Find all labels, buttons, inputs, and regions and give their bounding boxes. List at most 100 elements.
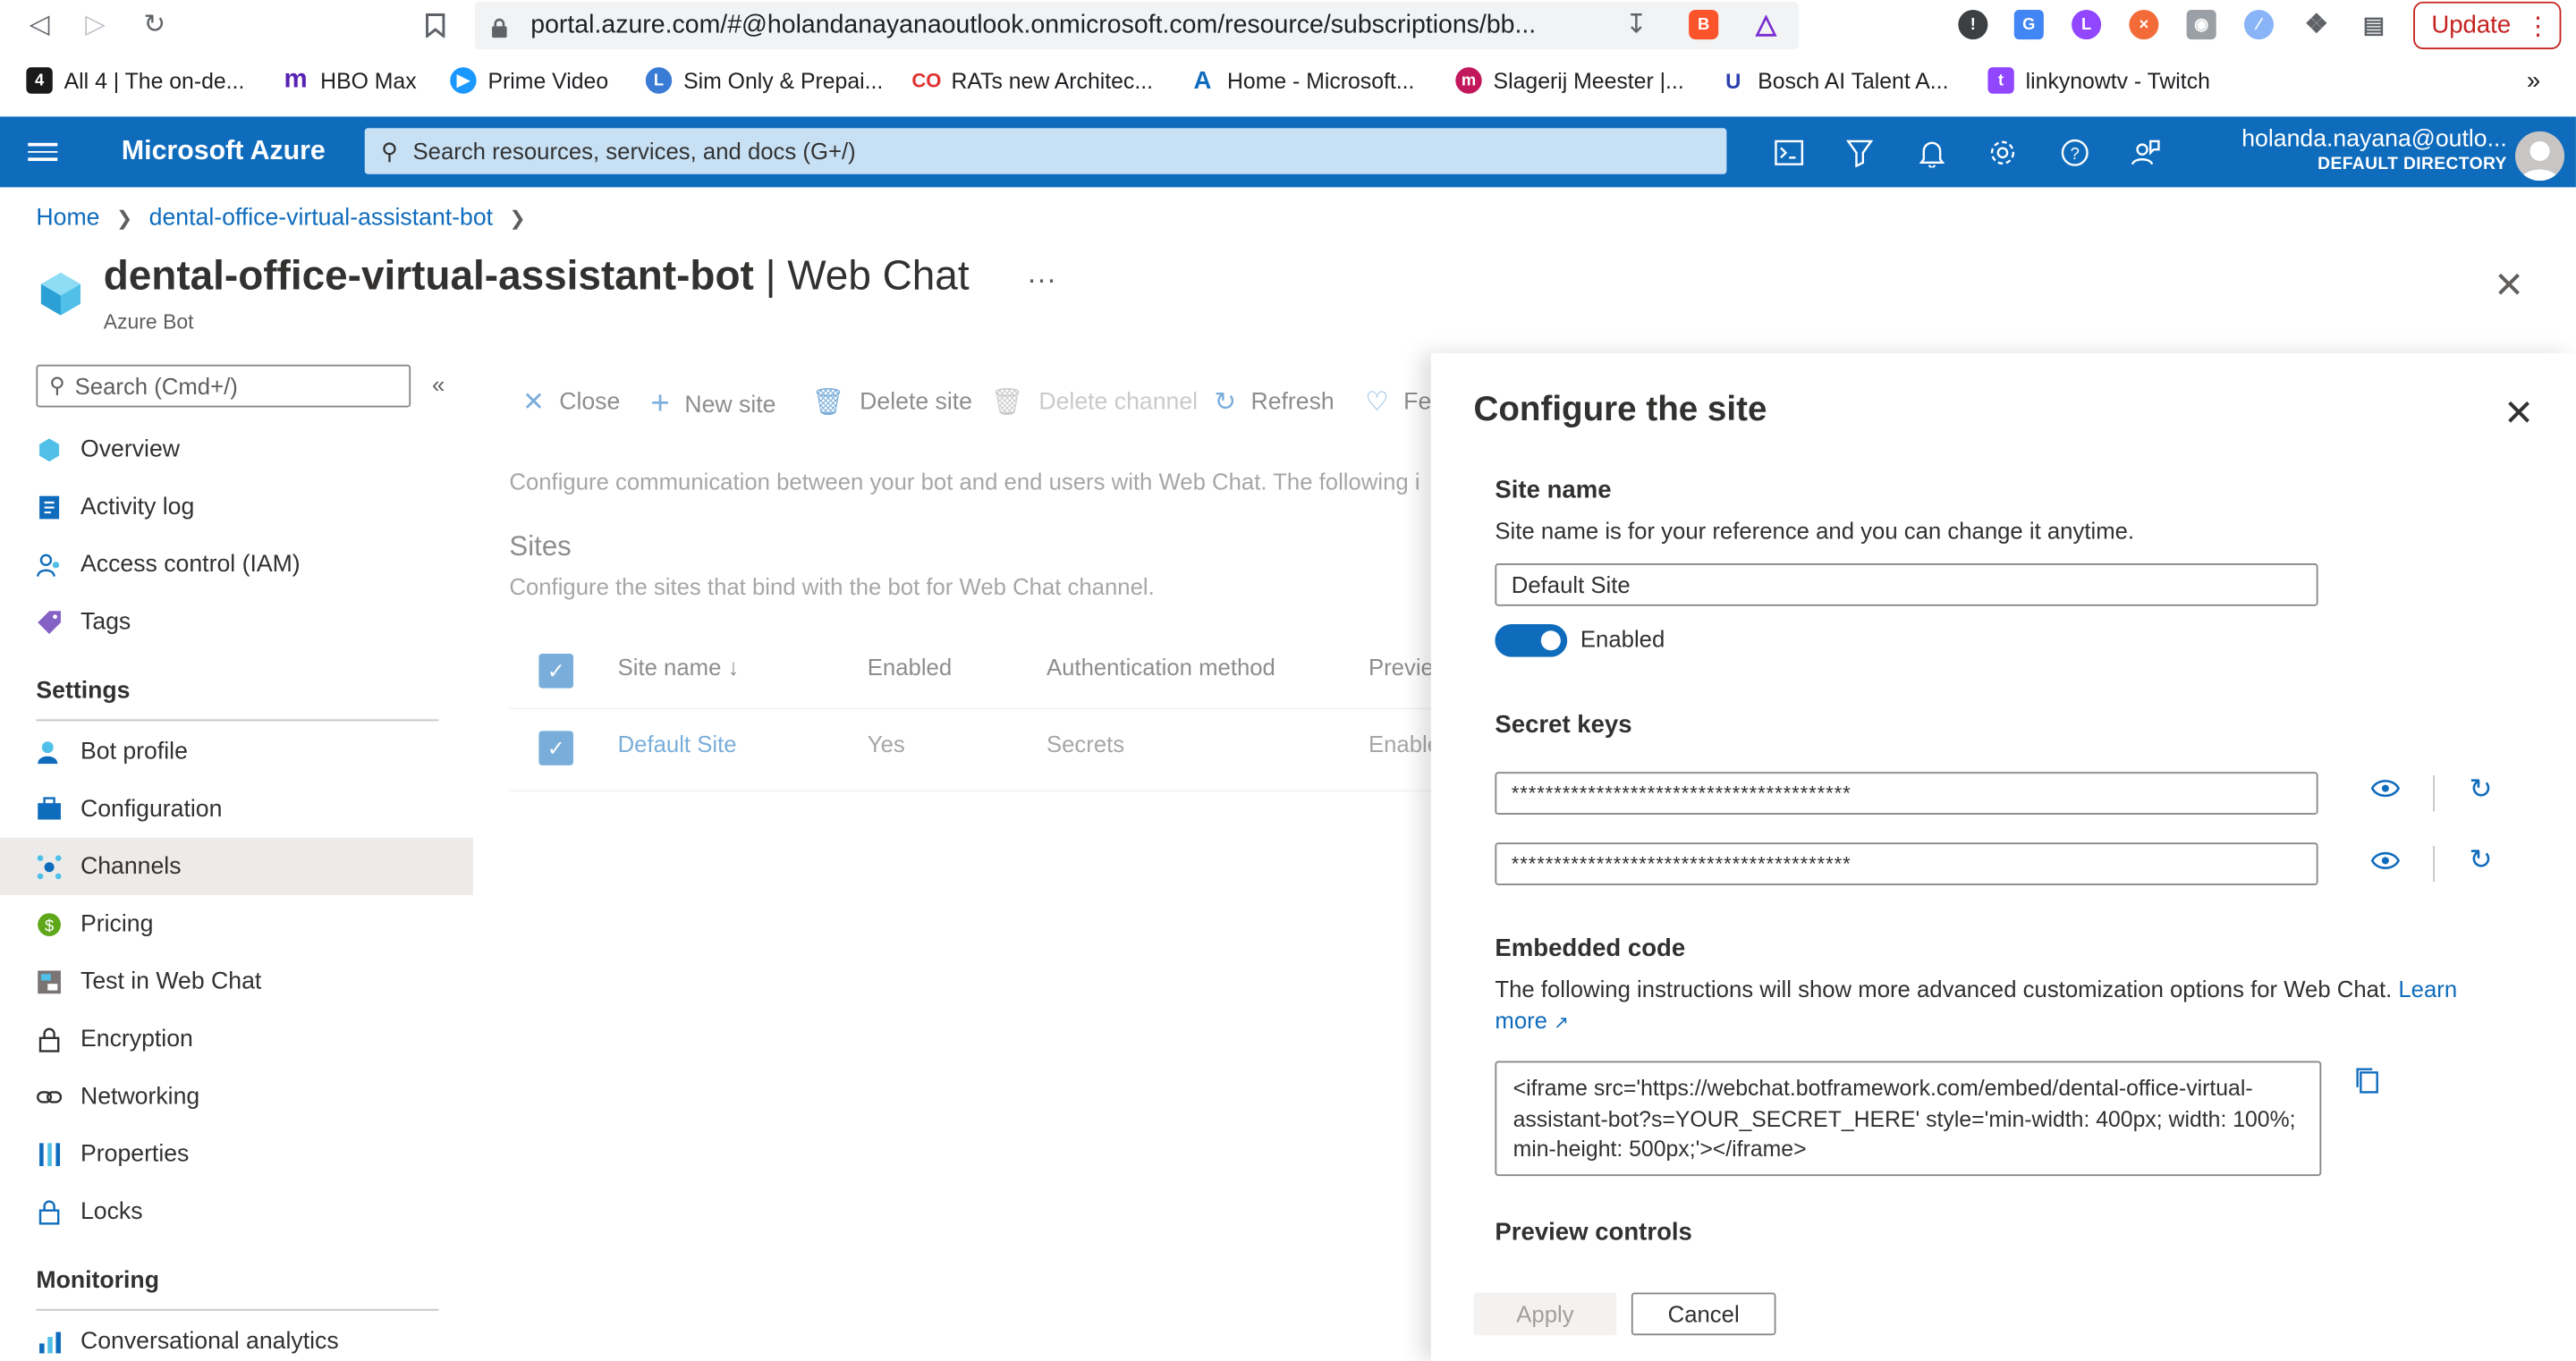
learn-more-link[interactable]: more <box>1495 1007 1547 1033</box>
notifications-bell-icon[interactable] <box>1914 135 1950 171</box>
row-checkbox[interactable]: ✓ <box>538 731 574 765</box>
forward-icon[interactable]: ▷ <box>77 8 113 41</box>
enabled-toggle[interactable] <box>1495 623 1568 657</box>
embed-code-textarea[interactable]: <iframe src='https://webchat.botframewor… <box>1495 1061 2322 1177</box>
learn-more-link[interactable]: Learn <box>2398 976 2457 1002</box>
extension-lr-icon[interactable]: L <box>2072 10 2102 40</box>
copy-icon[interactable] <box>2354 1066 2380 1095</box>
sidebar-item-overview[interactable]: Overview <box>0 420 473 478</box>
site-name-input[interactable]: Default Site <box>1495 562 2318 606</box>
close-panel-icon[interactable]: ✕ <box>2504 393 2534 435</box>
sidebar-item-label: Conversational analytics <box>80 1327 339 1355</box>
back-icon[interactable]: ◁ <box>21 8 57 41</box>
new-site-command[interactable]: + New site <box>650 386 775 424</box>
sidebar-item-configuration[interactable]: Configuration <box>0 780 473 837</box>
feedback-icon[interactable] <box>2128 135 2164 171</box>
collapse-nav-icon[interactable]: « <box>432 371 445 397</box>
extensions-puzzle-icon[interactable]: ❖ <box>2301 10 2331 39</box>
embedded-code-help: The following instructions will show mor… <box>1495 974 2513 1039</box>
nav-search-input[interactable]: ⚲ Search (Cmd+/) <box>36 364 411 408</box>
close-command[interactable]: ✕ Close <box>522 386 620 419</box>
monitoring-heading: Monitoring <box>36 1267 159 1295</box>
more-bookmarks-icon[interactable]: » <box>2527 67 2540 95</box>
sidebar-item-label: Bot profile <box>80 738 188 765</box>
search-icon: ⚲ <box>49 372 65 398</box>
azure-brand[interactable]: Microsoft Azure <box>122 136 326 167</box>
row-site-name-link[interactable]: Default Site <box>618 731 737 757</box>
sidebar-item-locks[interactable]: Locks <box>0 1182 473 1239</box>
settings-heading: Settings <box>36 678 131 705</box>
breadcrumb-resource[interactable]: dental-office-virtual-assistant-bot <box>149 206 493 232</box>
feedback-command[interactable]: ♡ Fe <box>1365 386 1431 419</box>
brave-rewards-icon[interactable]: △ <box>1751 10 1781 39</box>
camera-icon[interactable]: ◉ <box>2186 10 2216 40</box>
sidebar-item-test-web-chat[interactable]: Test in Web Chat <box>0 952 473 1010</box>
address-bar[interactable]: portal.azure.com/#@holandanayanaoutlook.… <box>474 1 1800 50</box>
bookmark-icon[interactable] <box>418 8 453 41</box>
regenerate-key-icon[interactable]: ↻ <box>2470 773 2493 807</box>
secret-key-1-field[interactable]: **************************************** <box>1495 772 2318 816</box>
bookmark-label: HBO Max <box>320 68 417 93</box>
cloud-shell-icon[interactable] <box>1771 135 1807 171</box>
more-options-icon[interactable]: ··· <box>1027 263 1056 298</box>
translate-icon[interactable]: G <box>2013 10 2044 40</box>
directory-filter-icon[interactable] <box>1842 135 1877 171</box>
hamburger-menu-icon[interactable] <box>28 138 58 164</box>
select-all-checkbox[interactable]: ✓ <box>538 654 574 689</box>
sidebar-item-activity-log[interactable]: Activity log <box>0 478 473 535</box>
apply-button[interactable]: Apply <box>1473 1292 1617 1336</box>
bookmark-rats[interactable]: CO RATs new Architec... <box>911 67 1153 93</box>
sidebar-item-networking[interactable]: Networking <box>0 1068 473 1125</box>
secret-keys-heading: Secret keys <box>1495 711 1632 740</box>
help-icon[interactable]: ? <box>2057 135 2093 171</box>
refresh-command[interactable]: ↻ Refresh <box>1214 386 1334 419</box>
avatar[interactable] <box>2514 131 2565 182</box>
bookmark-twitch[interactable]: t linkynowtv - Twitch <box>1987 67 2210 94</box>
column-header-site-name[interactable]: Site name ↓ <box>618 654 740 680</box>
reload-icon[interactable]: ↻ <box>136 8 172 41</box>
cancel-button[interactable]: Cancel <box>1631 1292 1776 1336</box>
sidebar-item-channels[interactable]: Channels <box>0 837 473 896</box>
bookmark-prime-video[interactable]: ▶ Prime Video <box>450 67 608 94</box>
sim-only-icon: L <box>645 67 673 94</box>
bookmark-slagerij[interactable]: m Slagerij Meester |... <box>1455 67 1684 94</box>
bookmark-label: All 4 | The on-de... <box>64 68 245 93</box>
extension-orange-icon[interactable]: × <box>2129 10 2159 40</box>
sidebar-item-properties[interactable]: Properties <box>0 1125 473 1182</box>
sidebar-item-pricing[interactable]: $ Pricing <box>0 895 473 952</box>
update-button[interactable]: Update ⋮ <box>2413 1 2562 50</box>
sites-heading: Sites <box>509 530 572 562</box>
regenerate-key-icon[interactable]: ↻ <box>2470 844 2493 877</box>
wallet-icon[interactable]: ▤ <box>2360 10 2389 39</box>
channels-icon <box>36 853 62 879</box>
bookmark-sim-only[interactable]: L Sim Only & Prepai... <box>645 67 883 94</box>
password-manager-icon[interactable]: ! <box>1958 10 1988 40</box>
delete-channel-command[interactable]: 🗑 Delete channel <box>991 386 1199 419</box>
breadcrumb-home[interactable]: Home <box>36 206 99 232</box>
sidebar-item-label: Configuration <box>80 795 223 823</box>
bookmark-bosch[interactable]: U Bosch AI Talent A... <box>1720 67 1948 93</box>
breadcrumb: Home ❯ dental-office-virtual-assistant-b… <box>36 206 526 232</box>
bookmark-microsoft-home[interactable]: A Home - Microsoft... <box>1190 66 1415 94</box>
secret-key-2-field[interactable]: **************************************** <box>1495 842 2318 885</box>
bookmark-hbo-max[interactable]: m HBO Max <box>283 65 417 93</box>
settings-gear-icon[interactable] <box>1985 135 2021 171</box>
bookmark-all4[interactable]: 4 All 4 | The on-de... <box>26 67 245 94</box>
user-account[interactable]: holanda.nayana@outlo... DEFAULT DIRECTOR… <box>2241 126 2507 175</box>
global-search-input[interactable]: ⚲ Search resources, services, and docs (… <box>364 128 1727 174</box>
install-icon[interactable]: ↧ <box>1618 8 1654 41</box>
row-preview: Enable <box>1368 731 1441 757</box>
show-key-eye-icon[interactable] <box>2370 850 2401 875</box>
sidebar-item-tags[interactable]: Tags <box>0 593 473 650</box>
sidebar-item-conversational-analytics[interactable]: Conversational analytics <box>0 1313 473 1361</box>
extension-blue-icon[interactable]: ⁄ <box>2243 10 2274 40</box>
delete-site-command[interactable]: 🗑 Delete site <box>811 386 972 419</box>
sidebar-item-encryption[interactable]: Encryption <box>0 1010 473 1068</box>
sidebar-item-label: Access control (IAM) <box>80 551 301 578</box>
sidebar-item-iam[interactable]: Access control (IAM) <box>0 536 473 593</box>
sidebar-item-label: Networking <box>80 1083 200 1110</box>
brave-shield-icon[interactable]: B <box>1689 10 1719 40</box>
sidebar-item-bot-profile[interactable]: Bot profile <box>0 723 473 780</box>
show-key-eye-icon[interactable] <box>2370 777 2401 803</box>
close-blade-icon[interactable]: ✕ <box>2494 265 2524 308</box>
